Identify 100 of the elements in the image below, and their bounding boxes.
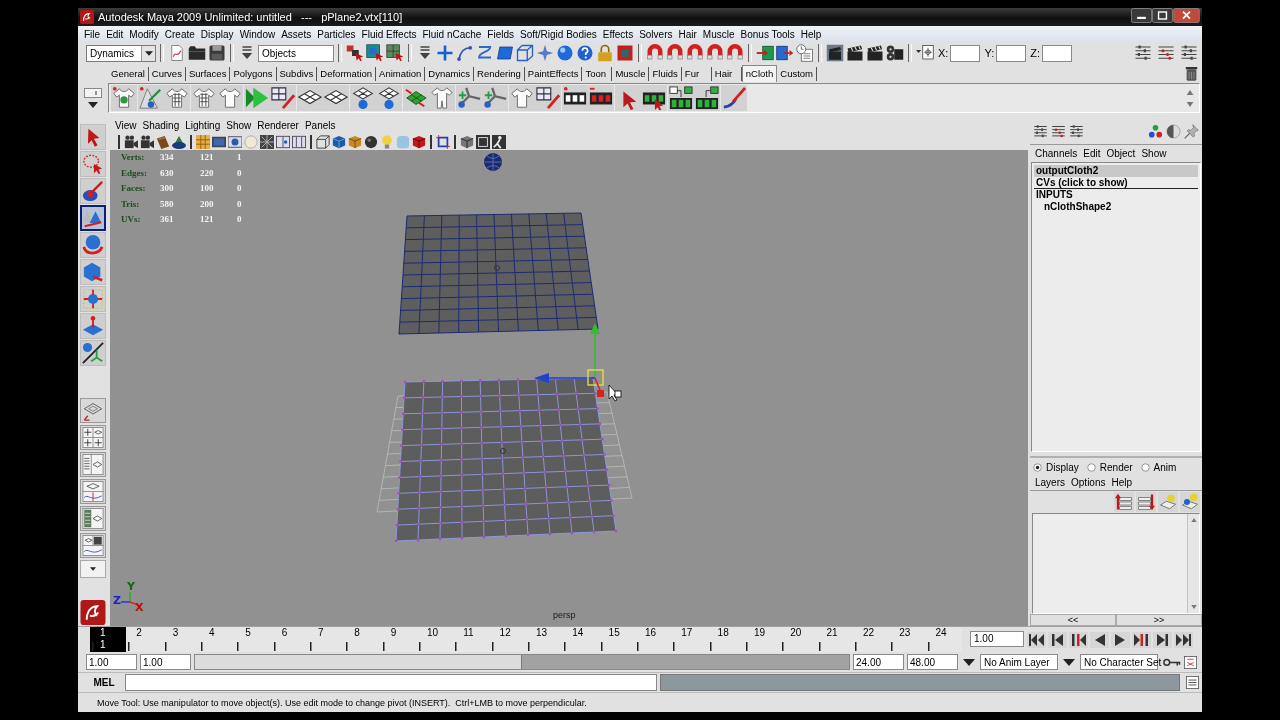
pushpin-icon[interactable]	[1184, 123, 1199, 139]
maximize-icon[interactable]	[1152, 8, 1173, 23]
menu-set-dropdown[interactable]: Dynamics	[86, 44, 156, 62]
channel-sliders-icon[interactable]	[1134, 44, 1152, 62]
menu-item[interactable]: Assets	[278, 28, 315, 40]
paint-brush-icon[interactable]	[80, 178, 106, 204]
layer-sun-icon[interactable]	[1180, 491, 1200, 512]
command-field[interactable]	[125, 674, 657, 691]
figure-icon[interactable]	[492, 134, 506, 149]
section-header[interactable]: CVs (click to show)	[1034, 177, 1198, 189]
shirt-grid-icon[interactable]	[190, 85, 217, 111]
curve-icon[interactable]	[456, 44, 474, 62]
grid-brush-icon[interactable]	[535, 85, 561, 111]
manipulator-icon[interactable]	[80, 340, 106, 366]
caret-icon[interactable]	[963, 658, 975, 666]
cube-icon[interactable]	[348, 134, 362, 149]
menu-item[interactable]: Show	[223, 119, 255, 131]
menu-item[interactable]: Solvers	[636, 28, 676, 40]
film-link-icon[interactable]	[667, 85, 694, 111]
clapperboard-icon[interactable]	[826, 44, 844, 62]
menu-item[interactable]: Muscle	[699, 28, 738, 40]
frame-icon[interactable]	[436, 134, 450, 149]
document-icon[interactable]	[168, 44, 186, 62]
film-cursor-icon[interactable]	[641, 85, 667, 111]
radio-option[interactable]: Anim	[1140, 462, 1177, 473]
outliner-pane-icon[interactable]	[80, 506, 106, 531]
film-link-icon[interactable]	[694, 85, 720, 111]
lasso-icon[interactable]	[80, 151, 106, 177]
menu-item[interactable]: Bonus Tools	[737, 28, 798, 40]
branch-arrows-icon[interactable]	[482, 85, 508, 111]
mesh-plane[interactable]	[398, 212, 599, 335]
folder-icon[interactable]	[188, 44, 206, 62]
paint-brush-icon[interactable]	[720, 85, 747, 111]
cube-cage-icon[interactable]	[516, 44, 534, 62]
shelf-tab[interactable]: Dynamics	[425, 67, 474, 81]
minimize-icon[interactable]	[1131, 8, 1152, 23]
scroll-up-icon[interactable]	[1186, 89, 1194, 95]
grid-icon[interactable]	[296, 85, 323, 111]
object-select-icon[interactable]	[366, 44, 384, 62]
shelf-tab[interactable]: Custom	[777, 67, 818, 81]
split-pane-icon[interactable]	[80, 533, 106, 558]
trash-can-icon[interactable]	[1185, 66, 1198, 81]
plus-icon[interactable]	[436, 44, 454, 62]
menu-item[interactable]: Create	[161, 28, 198, 40]
dark-sphere-icon[interactable]	[364, 134, 378, 149]
start-time-field[interactable]: 1.00	[86, 654, 137, 670]
next-key-icon[interactable]	[1132, 632, 1151, 648]
range-slider-track[interactable]	[194, 654, 850, 670]
channel-sliders-icon[interactable]	[1033, 123, 1048, 139]
two-pane-icon[interactable]	[80, 452, 106, 477]
shelf-tab[interactable]: Fluids	[649, 67, 682, 81]
film-strip-icon[interactable]	[588, 85, 614, 111]
frame-icon[interactable]	[476, 134, 490, 149]
layout-dropdown[interactable]	[80, 560, 106, 578]
clapperboard-icon[interactable]	[846, 44, 864, 62]
menu-item[interactable]: Modify	[126, 28, 162, 40]
input-node[interactable]: nClothShape2	[1034, 201, 1198, 213]
hat-icon[interactable]	[172, 134, 186, 149]
magnet-icon[interactable]	[706, 44, 724, 62]
menu-item[interactable]: Help	[797, 28, 825, 40]
menu-item[interactable]: Fields	[484, 28, 518, 40]
input-field[interactable]	[950, 44, 981, 62]
move-manipulator[interactable]	[534, 323, 604, 397]
camera-icon[interactable]	[140, 134, 154, 149]
page-button[interactable]: <<	[1030, 614, 1116, 626]
grid-select-icon[interactable]	[386, 44, 404, 62]
screen-icon[interactable]	[212, 134, 226, 149]
shelf-tab[interactable]: Muscle	[612, 67, 650, 81]
input-field[interactable]	[996, 44, 1027, 62]
menu-item[interactable]: Display	[197, 28, 237, 40]
input-box-icon[interactable]	[756, 44, 774, 62]
selection-field[interactable]: Objects	[258, 44, 334, 62]
menu-item[interactable]: Soft/Rigid Bodies	[517, 28, 600, 40]
node-dots-icon[interactable]	[1148, 123, 1163, 139]
shelf-tab[interactable]: Fur	[681, 67, 712, 81]
cube-icon[interactable]	[412, 134, 426, 149]
four-pane-icon[interactable]	[80, 425, 106, 450]
anim-layer-dropdown[interactable]: No Anim Layer	[980, 654, 1058, 670]
menu-item[interactable]: Lighting	[182, 119, 224, 131]
shelf-tab[interactable]: PaintEffects	[524, 67, 583, 81]
panel-icon[interactable]	[276, 134, 290, 149]
menu-item[interactable]: Hair	[675, 28, 700, 40]
grid-brush-icon[interactable]	[270, 85, 296, 111]
skip-start-icon[interactable]	[1027, 632, 1046, 648]
shelf-tab[interactable]: Animation	[376, 67, 426, 81]
channel-sliders-icon[interactable]	[1157, 44, 1175, 62]
panel-icon[interactable]	[292, 134, 306, 149]
clapperboard-icon[interactable]	[866, 44, 884, 62]
menu-item[interactable]: Shading	[139, 119, 183, 131]
film-strip-icon[interactable]	[561, 85, 588, 111]
shelf-tab[interactable]: Polygons	[230, 67, 277, 81]
caret-icon[interactable]	[88, 102, 98, 108]
single-pane-icon[interactable]	[80, 398, 106, 423]
help-icon[interactable]	[576, 44, 594, 62]
radio-option[interactable]: Render	[1086, 462, 1133, 473]
shelf-tab[interactable]: Subdivs	[276, 67, 318, 81]
shelf-tab[interactable]: Surfaces	[185, 67, 231, 81]
channel-sliders-icon[interactable]	[1051, 123, 1066, 139]
shirt-icon[interactable]	[111, 85, 137, 111]
tile-icon[interactable]	[496, 44, 514, 62]
